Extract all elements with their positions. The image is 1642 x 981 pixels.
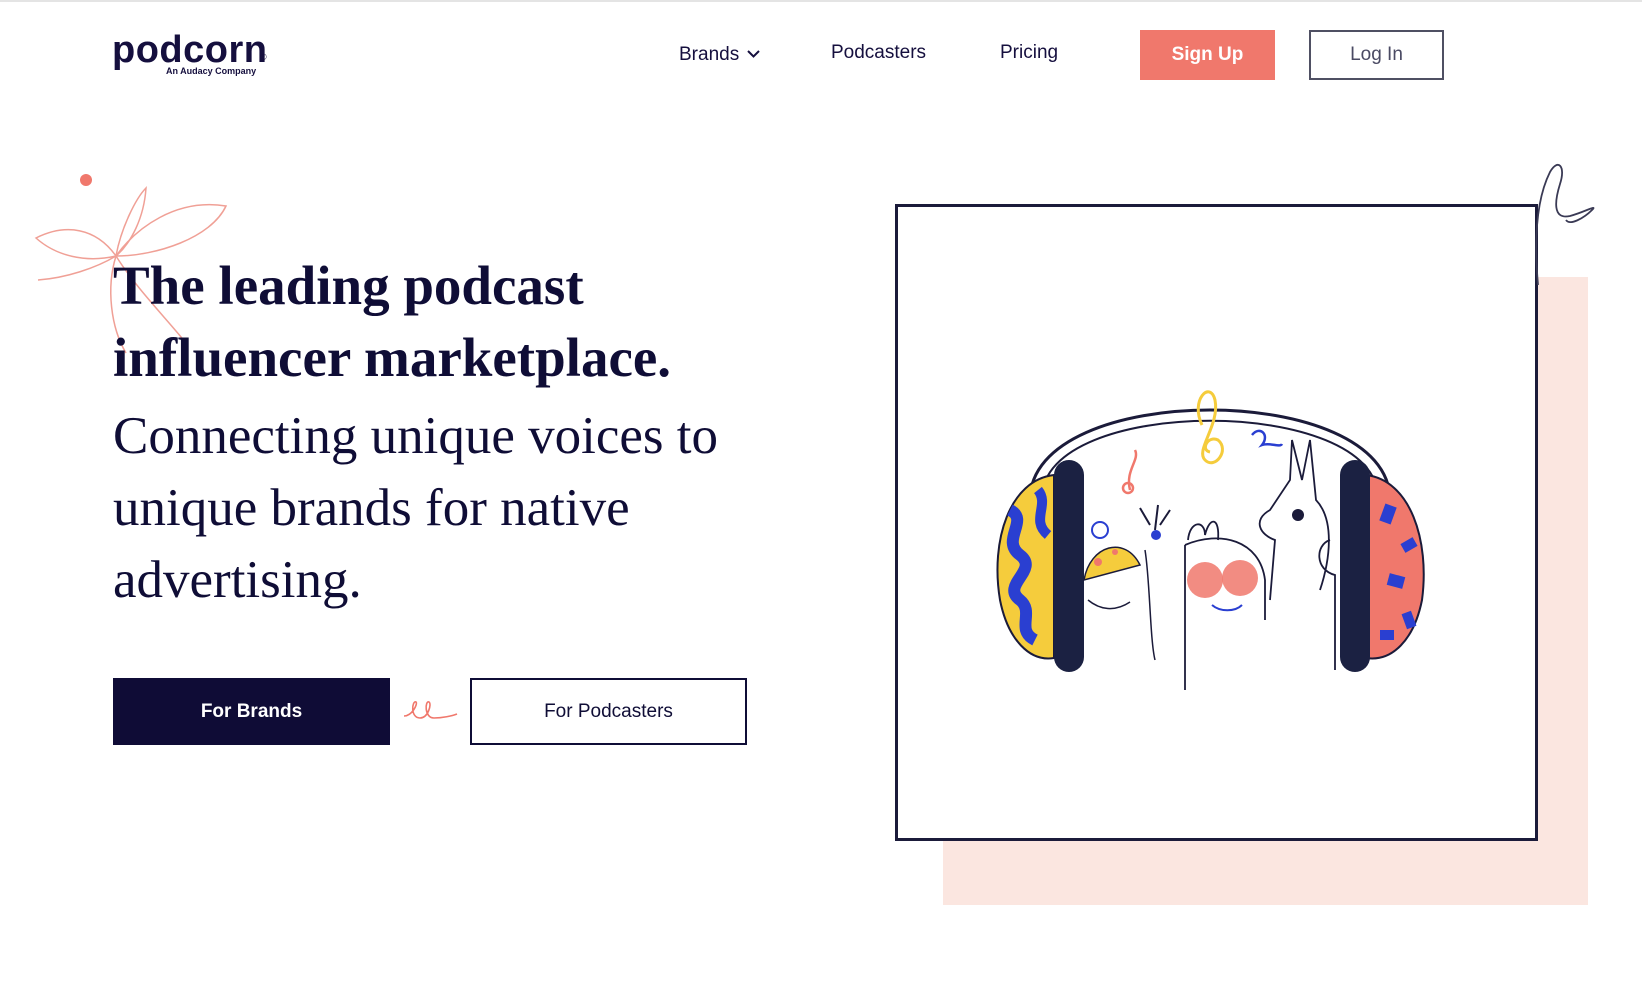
nav-item-label: Podcasters	[831, 42, 927, 63]
string-doodle-icon	[1535, 163, 1595, 286]
nav-item-label: Brands	[679, 44, 740, 65]
squiggle-doodle-icon	[403, 701, 458, 719]
nav-item-brands[interactable]: Brands	[679, 42, 760, 66]
top-border	[0, 0, 1642, 2]
hero-title: The leading podcast influencer marketpla…	[113, 255, 672, 388]
logo-tagline: An Audacy Company	[166, 66, 257, 76]
chevron-down-icon	[747, 42, 760, 64]
sign-up-button[interactable]: Sign Up	[1140, 30, 1275, 80]
podcorn-logo[interactable]: podcorn ® An Audacy Company	[112, 28, 272, 78]
hero-subtitle: Connecting unique voices to unique brand…	[113, 407, 718, 609]
logo-registered-mark: ®	[260, 52, 267, 62]
nav-item-pricing[interactable]: Pricing	[1000, 42, 1058, 64]
nav-item-podcasters[interactable]: Podcasters	[831, 42, 926, 64]
log-in-button[interactable]: Log In	[1309, 30, 1444, 80]
headphones-characters-illustration	[996, 390, 1425, 690]
for-podcasters-button[interactable]: For Podcasters	[470, 678, 747, 745]
for-brands-button[interactable]: For Brands	[113, 678, 390, 745]
nav-item-label: Pricing	[1000, 42, 1059, 63]
